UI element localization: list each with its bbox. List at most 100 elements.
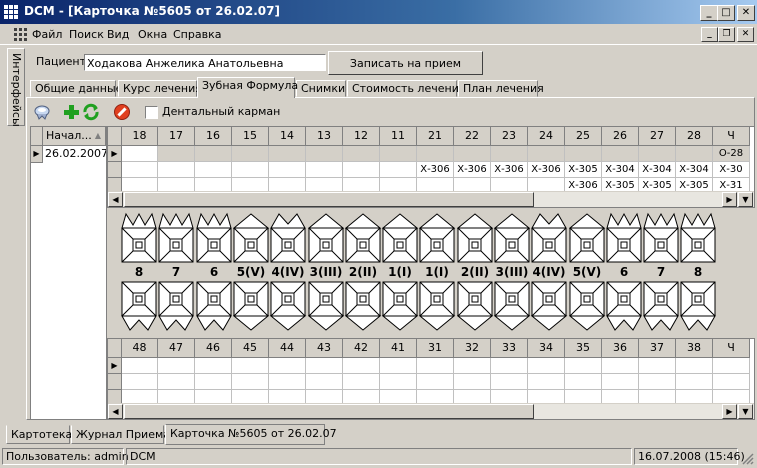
grid-cell[interactable] bbox=[602, 374, 639, 390]
tab-general-data[interactable]: Общие данные bbox=[30, 80, 122, 97]
grid-cell[interactable] bbox=[676, 374, 713, 390]
grid-cell[interactable] bbox=[602, 358, 639, 374]
bottom-tab-card-5605[interactable]: Карточка №5605 от 26.02.07 bbox=[165, 424, 337, 445]
column-header[interactable]: 43 bbox=[306, 339, 343, 358]
refresh-icon[interactable] bbox=[82, 103, 100, 121]
column-header[interactable]: 38 bbox=[676, 339, 713, 358]
grid-cell[interactable] bbox=[158, 146, 195, 162]
tab-dental-formula[interactable]: Зубная Формула bbox=[197, 77, 298, 98]
grid-cell[interactable] bbox=[565, 358, 602, 374]
upper-jaw-grid[interactable]: 18 17 16 15 14 13 12 11 21 22 23 24 25 26 27 28 Ч ▶ О-28 Х-… bbox=[107, 126, 755, 208]
menu-windows[interactable]: Окна bbox=[138, 28, 167, 41]
grid-cell[interactable] bbox=[195, 146, 232, 162]
column-header[interactable]: 22 bbox=[454, 127, 491, 146]
column-header[interactable]: 15 bbox=[232, 127, 269, 146]
add-icon[interactable] bbox=[62, 103, 80, 121]
grid-cell[interactable] bbox=[343, 146, 380, 162]
grid-cell[interactable] bbox=[232, 162, 269, 178]
grid-cell[interactable] bbox=[676, 358, 713, 374]
menu-file[interactable]: Файл bbox=[32, 28, 62, 41]
grid-cell[interactable]: Х-304 bbox=[602, 162, 639, 178]
grid-cell[interactable] bbox=[565, 146, 602, 162]
grid-cell[interactable] bbox=[491, 146, 528, 162]
grid-cell[interactable] bbox=[195, 374, 232, 390]
grid-cell[interactable] bbox=[306, 162, 343, 178]
grid-cell[interactable] bbox=[491, 374, 528, 390]
scroll-right-icon[interactable]: ▶ bbox=[722, 192, 737, 207]
grid-cell[interactable]: Х-306 bbox=[528, 162, 565, 178]
column-header[interactable]: 31 bbox=[417, 339, 454, 358]
column-header[interactable]: 35 bbox=[565, 339, 602, 358]
mdi-restore-button[interactable]: ❐ bbox=[718, 27, 735, 42]
grid-cell[interactable] bbox=[269, 146, 306, 162]
grid-cell[interactable] bbox=[417, 146, 454, 162]
column-header[interactable]: 18 bbox=[122, 127, 158, 146]
column-header[interactable]: 28 bbox=[676, 127, 713, 146]
dental-pocket-checkbox[interactable] bbox=[145, 106, 158, 119]
column-header[interactable]: 21 bbox=[417, 127, 454, 146]
grid-cell[interactable] bbox=[528, 358, 565, 374]
column-header[interactable]: 23 bbox=[491, 127, 528, 146]
grid-cell[interactable]: Х-306 bbox=[454, 162, 491, 178]
menu-view[interactable]: Вид bbox=[107, 28, 129, 41]
grid-cell[interactable] bbox=[269, 358, 306, 374]
grid-cell[interactable] bbox=[417, 358, 454, 374]
close-button[interactable]: ✕ bbox=[737, 5, 755, 21]
grid-cell[interactable] bbox=[306, 358, 343, 374]
bottom-tab-card-index[interactable]: Картотека bbox=[6, 425, 72, 444]
grid-cell[interactable] bbox=[380, 358, 417, 374]
grid-cell[interactable] bbox=[195, 162, 232, 178]
tooth-icon[interactable] bbox=[33, 103, 51, 121]
grid-cell[interactable] bbox=[306, 374, 343, 390]
grid-cell[interactable] bbox=[454, 146, 491, 162]
column-header[interactable]: 46 bbox=[195, 339, 232, 358]
grid-cell[interactable] bbox=[602, 146, 639, 162]
grid-cell[interactable] bbox=[232, 358, 269, 374]
grid-cell[interactable] bbox=[158, 358, 195, 374]
scroll-down-icon[interactable]: ▼ bbox=[738, 404, 753, 419]
tab-treatment-plan[interactable]: План лечения bbox=[458, 80, 544, 97]
column-header[interactable]: 11 bbox=[380, 127, 417, 146]
grid-cell[interactable] bbox=[676, 146, 713, 162]
delete-icon[interactable] bbox=[113, 103, 131, 121]
grid-cell[interactable] bbox=[565, 374, 602, 390]
grid-cell[interactable] bbox=[269, 162, 306, 178]
grid-cell[interactable] bbox=[269, 374, 306, 390]
column-header[interactable]: 16 bbox=[195, 127, 232, 146]
grid-cell[interactable] bbox=[639, 146, 676, 162]
minimize-button[interactable]: _ bbox=[700, 5, 718, 21]
tab-treatment-cost[interactable]: Стоимость лечения bbox=[347, 80, 465, 97]
mdi-minimize-button[interactable]: _ bbox=[701, 27, 718, 42]
grid-cell[interactable] bbox=[343, 374, 380, 390]
bottom-tab-appointment-log[interactable]: Журнал Приема bbox=[71, 425, 170, 444]
tab-images[interactable]: Снимки bbox=[296, 80, 346, 97]
grid-cell[interactable] bbox=[380, 374, 417, 390]
maximize-button[interactable]: □ bbox=[717, 5, 735, 21]
grid-cell[interactable] bbox=[639, 358, 676, 374]
grid-cell[interactable]: Х-306 bbox=[417, 162, 454, 178]
mdi-icon[interactable] bbox=[14, 28, 27, 41]
grid-cell[interactable]: Х-305 bbox=[565, 162, 602, 178]
grid-cell[interactable] bbox=[343, 358, 380, 374]
patient-name-field[interactable]: Ходакова Анжелика Анатольевна bbox=[84, 54, 326, 71]
column-header[interactable]: 42 bbox=[343, 339, 380, 358]
tab-treatment-course[interactable]: Курс лечения bbox=[118, 80, 202, 97]
grid-cell[interactable]: Х-306 bbox=[491, 162, 528, 178]
column-header[interactable]: 24 bbox=[528, 127, 565, 146]
grid-cell[interactable]: Х-304 bbox=[676, 162, 713, 178]
grid-cell[interactable] bbox=[343, 162, 380, 178]
horizontal-scrollbar[interactable]: ◀ ▶ ▼ bbox=[108, 403, 754, 419]
column-header[interactable]: 41 bbox=[380, 339, 417, 358]
grid-cell[interactable] bbox=[232, 146, 269, 162]
grid-cell[interactable] bbox=[122, 374, 158, 390]
column-header[interactable]: 25 bbox=[565, 127, 602, 146]
record-appointment-button[interactable]: Записать на прием bbox=[328, 51, 483, 75]
column-header[interactable]: 26 bbox=[602, 127, 639, 146]
menu-search[interactable]: Поиск bbox=[69, 28, 104, 41]
grid-cell[interactable] bbox=[122, 146, 158, 162]
column-header[interactable]: 27 bbox=[639, 127, 676, 146]
grid-cell[interactable] bbox=[122, 358, 158, 374]
lower-jaw-grid[interactable]: 48 47 46 45 44 43 42 41 31 32 33 34 35 36 37 38 Ч ▶ ◀ ▶ ▼ bbox=[107, 338, 755, 420]
column-header[interactable]: 13 bbox=[306, 127, 343, 146]
column-header[interactable]: Ч bbox=[713, 127, 750, 146]
